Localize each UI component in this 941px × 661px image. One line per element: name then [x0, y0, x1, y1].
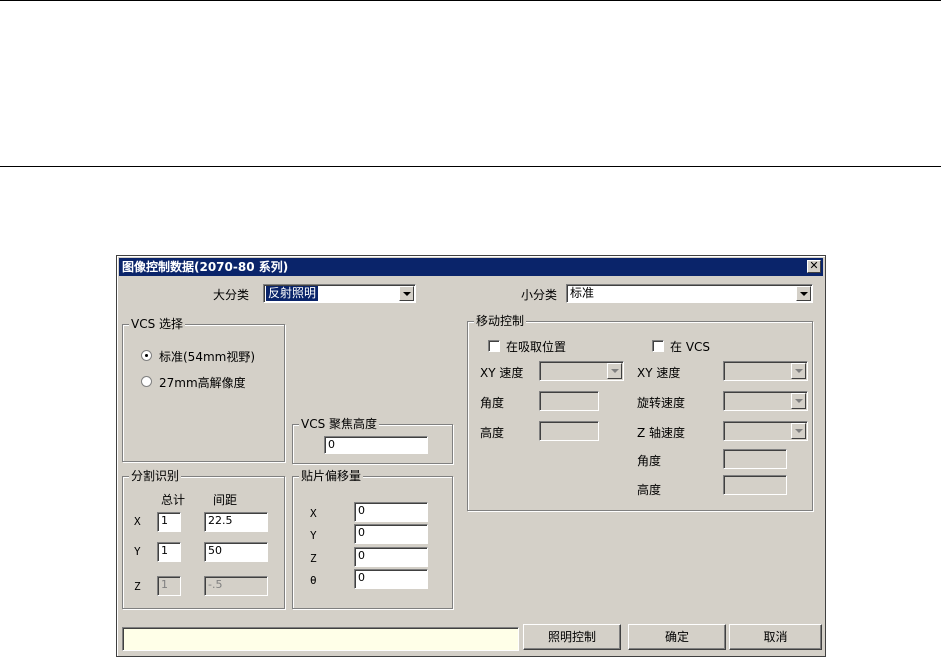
- dialog-title: 图像控制数据(2070-80 系列): [122, 260, 289, 274]
- division-y-spacing-input[interactable]: 50: [204, 542, 268, 562]
- in-vcs-checkbox[interactable]: [652, 340, 664, 352]
- division-z-spacing-input: -.5: [204, 576, 268, 596]
- radio-vcs-27mm-label: 27mm高解像度: [159, 376, 246, 390]
- status-field: [122, 627, 519, 651]
- right-height-input: [723, 475, 787, 495]
- division-axis-x: X: [134, 515, 141, 528]
- right-angle-input: [723, 449, 787, 469]
- left-xy-speed-select: [539, 361, 624, 381]
- chevron-down-icon: [791, 393, 806, 409]
- minor-category-label: 小分类: [521, 288, 558, 302]
- right-xy-speed-select: [723, 361, 808, 381]
- left-height-input: [539, 421, 599, 441]
- vcs-select-title: VCS 选择: [129, 317, 186, 331]
- top-rule: [0, 0, 941, 1]
- chevron-down-icon[interactable]: [796, 286, 811, 301]
- vcs-select-group: VCS 选择: [122, 317, 285, 462]
- left-angle-input: [539, 391, 599, 411]
- offset-axis-theta: θ: [310, 574, 317, 587]
- dialog-titlebar: 图像控制数据(2070-80 系列) ✕: [119, 258, 823, 276]
- right-xy-speed-label: XY 速度: [637, 366, 681, 380]
- division-axis-y: Y: [134, 545, 141, 558]
- rotation-speed-select: [723, 391, 808, 411]
- chevron-down-icon: [607, 363, 622, 379]
- pick-position-label: 在吸取位置: [506, 340, 567, 354]
- radio-vcs-standard-label: 标准(54mm视野): [159, 350, 256, 364]
- major-category-select[interactable]: 反射照明: [263, 284, 416, 303]
- offset-theta-input[interactable]: 0: [354, 569, 428, 589]
- right-angle-label: 角度: [637, 454, 662, 468]
- radio-vcs-27mm[interactable]: [141, 376, 152, 387]
- division-col-spacing: 间距: [213, 493, 238, 507]
- division-x-total-input[interactable]: 1: [157, 512, 181, 532]
- in-vcs-label: 在 VCS: [670, 340, 711, 354]
- division-col-total: 总计: [161, 493, 186, 507]
- minor-category-value: 标准: [570, 286, 595, 300]
- pick-position-checkbox[interactable]: [488, 340, 500, 352]
- z-speed-select: [723, 421, 808, 441]
- division-x-spacing-input[interactable]: 22.5: [204, 512, 268, 532]
- chevron-down-icon: [791, 363, 806, 379]
- offset-axis-y: Y: [310, 529, 317, 542]
- lighting-control-button[interactable]: 照明控制: [523, 624, 621, 650]
- chevron-down-icon: [791, 423, 806, 439]
- division-recognition-title: 分割识别: [129, 469, 182, 483]
- close-button[interactable]: ✕: [807, 260, 821, 273]
- vcs-focus-height-title: VCS 聚焦高度: [299, 417, 380, 431]
- cancel-button[interactable]: 取消: [729, 624, 822, 650]
- middle-rule: [0, 166, 941, 167]
- division-axis-z: Z: [134, 580, 141, 593]
- offset-axis-x: X: [310, 507, 317, 520]
- rotation-speed-label: 旋转速度: [637, 396, 686, 410]
- ok-button[interactable]: 确定: [628, 624, 726, 650]
- close-icon: ✕: [809, 259, 819, 272]
- image-control-dialog: 图像控制数据(2070-80 系列) ✕ 大分类 反射照明 小分类 标准 VCS…: [116, 255, 826, 657]
- offset-axis-z: Z: [310, 552, 317, 565]
- right-height-label: 高度: [637, 483, 662, 497]
- offset-y-input[interactable]: 0: [354, 524, 428, 544]
- major-category-label: 大分类: [213, 288, 250, 302]
- motion-control-title: 移动控制: [474, 314, 527, 328]
- minor-category-select[interactable]: 标准: [566, 284, 813, 303]
- z-speed-label: Z 轴速度: [637, 426, 686, 440]
- offset-x-input[interactable]: 0: [354, 502, 428, 522]
- vcs-focus-height-input[interactable]: 0: [324, 436, 428, 454]
- major-category-value: 反射照明: [266, 286, 319, 301]
- chevron-down-icon[interactable]: [399, 286, 414, 301]
- division-y-total-input[interactable]: 1: [157, 542, 181, 562]
- left-height-label: 高度: [480, 426, 505, 440]
- offset-z-input[interactable]: 0: [354, 547, 428, 567]
- radio-vcs-standard[interactable]: [141, 350, 152, 361]
- division-z-total-input: 1: [157, 576, 181, 596]
- left-xy-speed-label: XY 速度: [480, 366, 524, 380]
- component-offset-title: 贴片偏移量: [299, 469, 364, 483]
- left-angle-label: 角度: [480, 396, 505, 410]
